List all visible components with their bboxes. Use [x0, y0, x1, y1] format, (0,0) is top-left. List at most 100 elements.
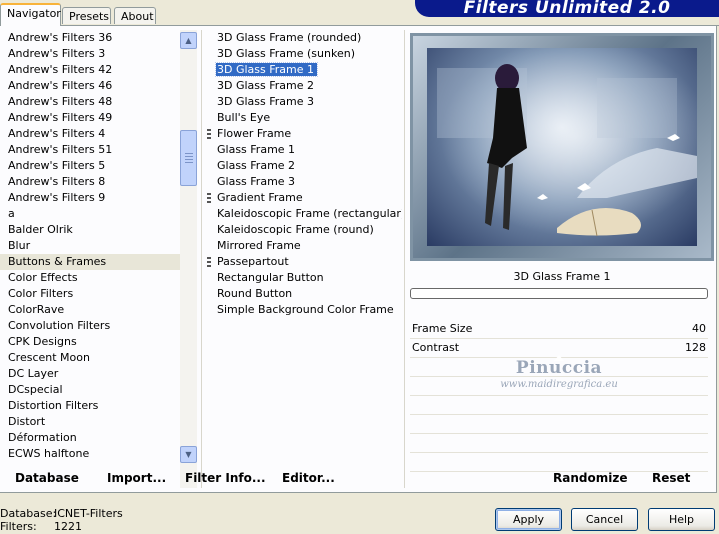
apply-button[interactable]: Apply: [495, 508, 562, 531]
filter-label: Flower Frame: [217, 127, 292, 140]
category-item[interactable]: Andrew's Filters 42: [0, 62, 180, 78]
param-value: 40: [692, 322, 706, 335]
category-item[interactable]: Distortion Filters: [0, 398, 180, 414]
filter-item[interactable]: Kaleidoscopic Frame (round): [206, 222, 402, 238]
category-item[interactable]: Andrew's Filters 46: [0, 78, 180, 94]
import-button[interactable]: Import...: [107, 471, 166, 485]
tab-presets[interactable]: Presets: [62, 7, 111, 24]
category-item[interactable]: ColorRave: [0, 302, 180, 318]
category-item[interactable]: ECWS halftone: [0, 446, 180, 462]
category-item[interactable]: Color Filters: [0, 286, 180, 302]
filter-label: 3D Glass Frame (sunken): [217, 47, 355, 60]
watermark: Pinuccia www.maidiregrafica.eu: [410, 358, 708, 390]
filter-label: Rectangular Button: [217, 271, 324, 284]
category-item[interactable]: Déformation: [0, 430, 180, 446]
category-item[interactable]: a: [0, 206, 180, 222]
filter-label: Bull's Eye: [217, 111, 271, 124]
filter-label: Round Button: [217, 287, 293, 300]
filter-item[interactable]: 3D Glass Frame 2: [206, 78, 402, 94]
watermark-url: www.maidiregrafica.eu: [500, 379, 618, 390]
preview-artwork: [427, 48, 697, 246]
category-item[interactable]: Buttons & Frames: [0, 254, 180, 270]
category-item[interactable]: CPK Designs: [0, 334, 180, 350]
category-item[interactable]: Andrew's Filters 5: [0, 158, 180, 174]
preview-caption: 3D Glass Frame 1: [513, 270, 611, 283]
artwork-illustration-icon: [427, 48, 697, 246]
category-item[interactable]: Andrew's Filters 36: [0, 30, 180, 46]
category-item[interactable]: Andrew's Filters 8: [0, 174, 180, 190]
category-item[interactable]: Andrew's Filters 9: [0, 190, 180, 206]
param-contrast[interactable]: Contrast 128: [410, 339, 708, 361]
status-filters-label: Filters:: [0, 520, 37, 533]
filter-item[interactable]: Glass Frame 1: [206, 142, 402, 158]
randomize-button[interactable]: Randomize: [553, 471, 627, 485]
filter-label: Gradient Frame: [217, 191, 303, 204]
reset-button[interactable]: Reset: [652, 471, 690, 485]
category-item[interactable]: Balder Olrik: [0, 222, 180, 238]
filter-label: Kaleidoscopic Frame (round): [217, 223, 374, 236]
filter-item[interactable]: Glass Frame 2: [206, 158, 402, 174]
filter-item[interactable]: Simple Background Color Frame: [206, 302, 402, 318]
category-item[interactable]: Color Effects: [0, 270, 180, 286]
filter-item[interactable]: 3D Glass Frame 3: [206, 94, 402, 110]
category-scrollbar[interactable]: ▲ ▼: [180, 30, 197, 488]
list-divider: [201, 30, 202, 488]
filter-item[interactable]: 3D Glass Frame 1: [206, 62, 402, 78]
filter-label: 3D Glass Frame (rounded): [217, 31, 362, 44]
category-item[interactable]: DCspecial: [0, 382, 180, 398]
help-button[interactable]: Help: [648, 508, 715, 531]
filter-item[interactable]: Passepartout: [206, 254, 402, 270]
param-frame-size[interactable]: Frame Size 40: [410, 320, 708, 339]
filter-label: Simple Background Color Frame: [217, 303, 394, 316]
cancel-button[interactable]: Cancel: [571, 508, 638, 531]
editor-button[interactable]: Editor...: [282, 471, 335, 485]
filter-item[interactable]: 3D Glass Frame (sunken): [206, 46, 402, 62]
filter-item[interactable]: Bull's Eye: [206, 110, 402, 126]
category-list[interactable]: Andrew's Filters 36 Andrew's Filters 3 And…: [0, 30, 180, 488]
category-item[interactable]: Blur: [0, 238, 180, 254]
status-filters-value: 1221: [54, 520, 82, 533]
group-marker-icon: [207, 193, 211, 203]
filter-item[interactable]: Gradient Frame: [206, 190, 402, 206]
category-item[interactable]: Crescent Moon: [0, 350, 180, 366]
filter-label: Passepartout: [217, 255, 289, 268]
scroll-thumb[interactable]: [180, 130, 197, 186]
param-value: 128: [685, 341, 706, 354]
status-area: Database:ICNET-Filters Filters: 1221: [0, 507, 123, 533]
filter-item[interactable]: Glass Frame 3: [206, 174, 402, 190]
filter-list[interactable]: 3D Glass Frame (rounded) 3D Glass Frame (…: [206, 30, 402, 488]
category-item[interactable]: Andrew's Filters 4: [0, 126, 180, 142]
category-item[interactable]: Andrew's Filters 3: [0, 46, 180, 62]
filter-item[interactable]: 3D Glass Frame (rounded): [206, 30, 402, 46]
filter-item[interactable]: Mirrored Frame: [206, 238, 402, 254]
category-item[interactable]: Andrew's Filters 49: [0, 110, 180, 126]
group-marker-icon: [207, 257, 211, 267]
scroll-down-button[interactable]: ▼: [180, 446, 197, 463]
category-item[interactable]: Convolution Filters: [0, 318, 180, 334]
category-item[interactable]: Andrew's Filters 48: [0, 94, 180, 110]
category-item[interactable]: Distort: [0, 414, 180, 430]
filter-item[interactable]: Flower Frame: [206, 126, 402, 142]
category-item[interactable]: DC Layer: [0, 366, 180, 382]
filter-item[interactable]: Rectangular Button: [206, 270, 402, 286]
filter-label: Kaleidoscopic Frame (rectangular): [217, 207, 402, 220]
app-banner: Filters Unlimited 2.0: [415, 0, 719, 17]
watermark-name: Pinuccia: [515, 358, 603, 378]
filter-label: Mirrored Frame: [217, 239, 301, 252]
filter-label: Glass Frame 1: [217, 143, 296, 156]
tab-about[interactable]: About: [114, 7, 156, 24]
category-item[interactable]: Andrew's Filters 51: [0, 142, 180, 158]
filter-item[interactable]: Round Button: [206, 286, 402, 302]
database-button[interactable]: Database: [15, 471, 79, 485]
status-database-value: ICNET-Filters: [54, 507, 123, 520]
tab-navigator[interactable]: Navigator: [0, 3, 61, 26]
filter-label: Glass Frame 3: [217, 175, 296, 188]
filter-label: 3D Glass Frame 3: [217, 95, 315, 108]
filter-info-button[interactable]: Filter Info...: [185, 471, 266, 485]
list-divider: [404, 30, 405, 488]
filter-item[interactable]: Kaleidoscopic Frame (rectangular): [206, 206, 402, 222]
navigator-panel: Andrew's Filters 36 Andrew's Filters 3 And…: [0, 26, 717, 493]
scroll-up-button[interactable]: ▲: [180, 32, 197, 49]
param-label: Frame Size: [412, 322, 473, 335]
group-marker-icon: [207, 129, 211, 139]
